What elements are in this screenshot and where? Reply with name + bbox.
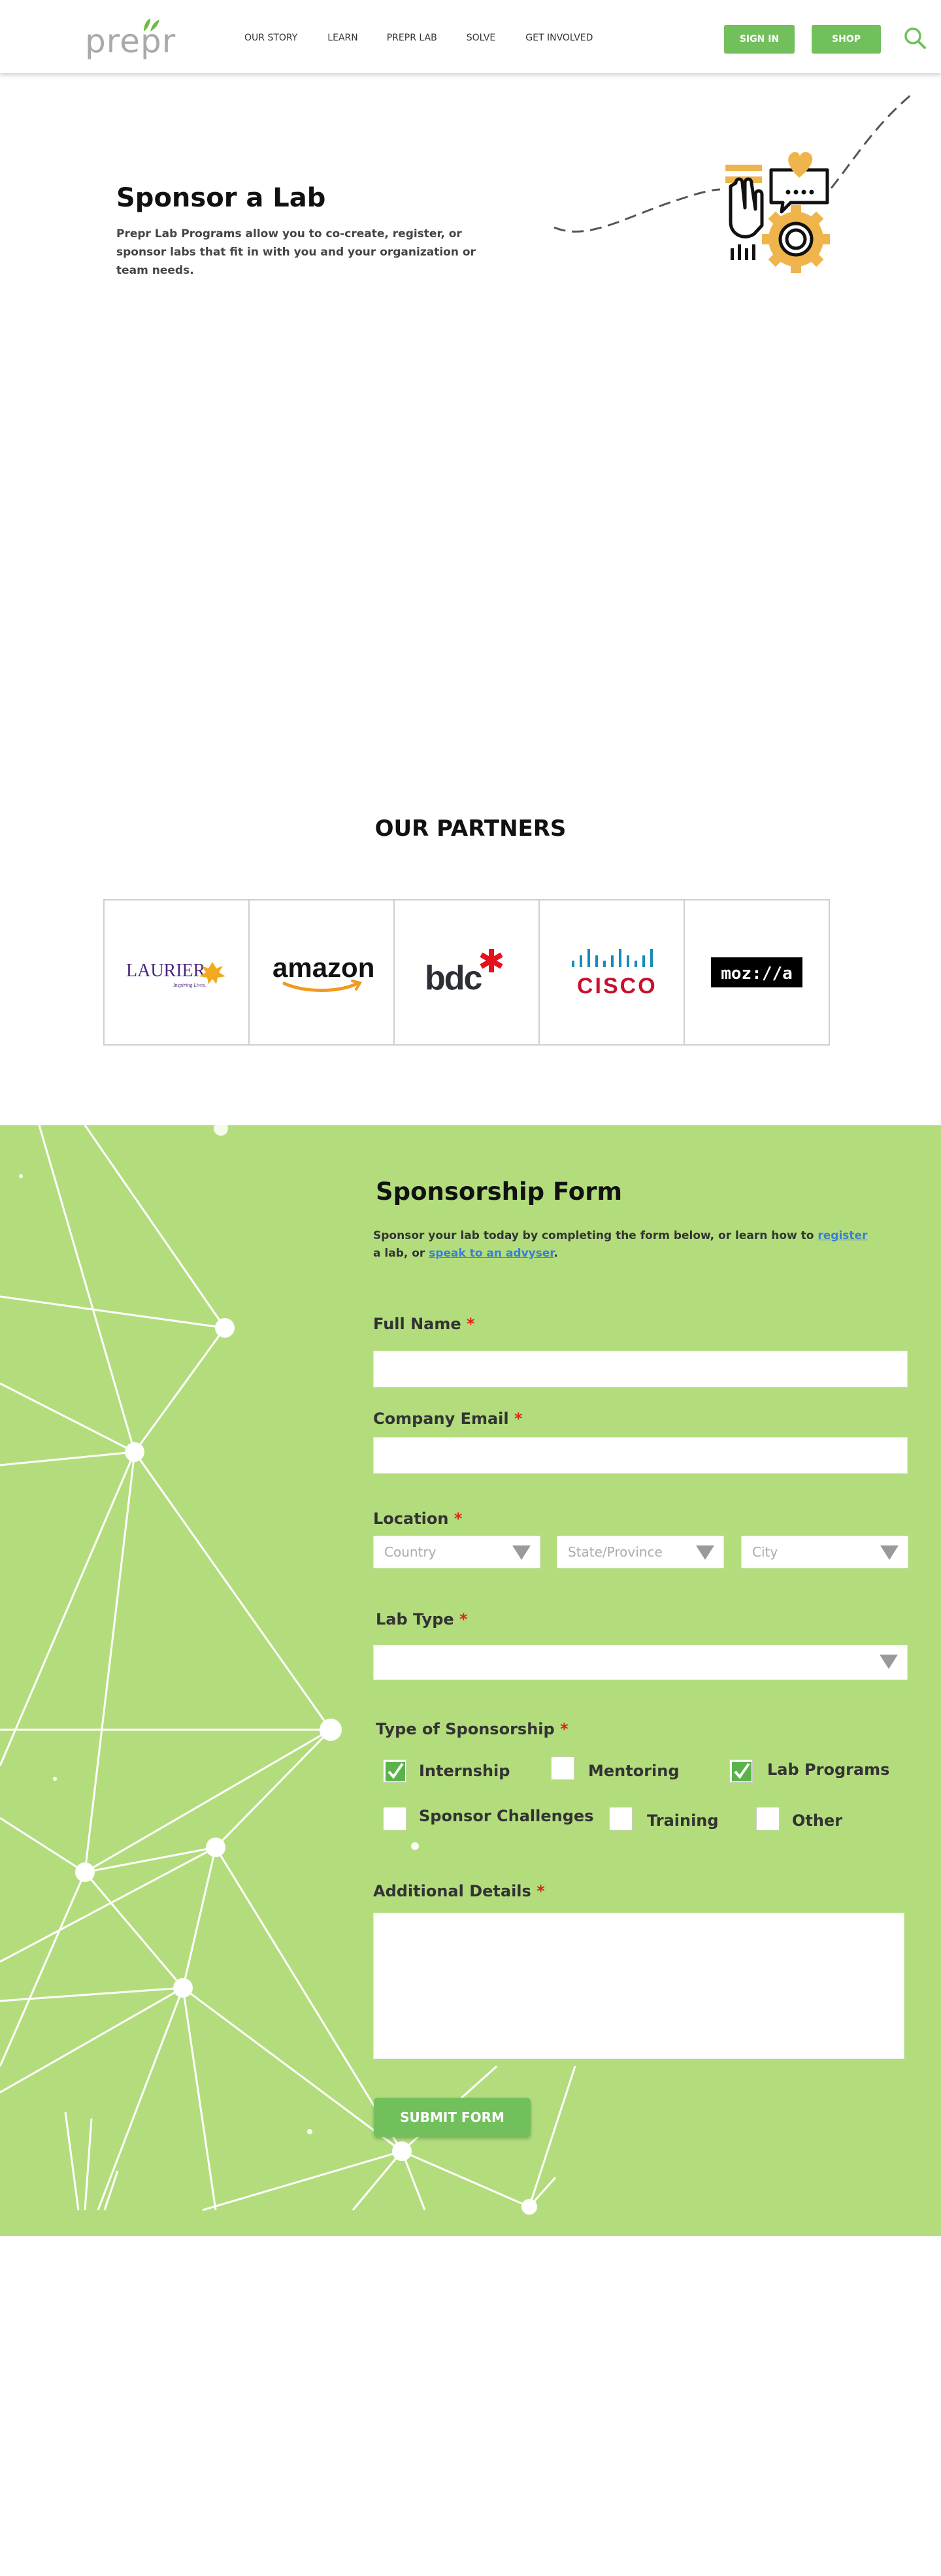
nav-learn[interactable]: LEARN [327,33,357,43]
partner-amazon[interactable]: amazon [250,900,395,1044]
partner-mozilla[interactable]: moz://a [685,900,829,1044]
dropdown-arrow-icon [696,1545,714,1560]
full-name-label: Full Name * [373,1315,475,1333]
additional-details-textarea[interactable] [373,1913,904,2059]
main-nav: OUR STORY LEARN PREPR LAB SOLVE GET INVO… [244,33,593,43]
lab-type-label: Lab Type * [376,1610,468,1628]
country-select[interactable]: Country [373,1536,540,1568]
dropdown-arrow-icon [512,1545,531,1560]
cisco-logo: CISCO [572,949,657,999]
sponsor-illustration [553,91,914,273]
location-label: Location * [373,1510,462,1528]
search-icon[interactable] [903,26,927,50]
partner-laurier[interactable]: LAURIER Inspiring Lives. [105,900,250,1044]
logo-text: prepr [85,22,176,60]
sponsorship-type-label-text: Type of Sponsorship [376,1720,555,1738]
leaf-icon [144,18,159,31]
lab-type-label-text: Lab Type [376,1610,454,1628]
training-label: Training [647,1811,719,1830]
sponsorship-type-label: Type of Sponsorship * [376,1720,569,1738]
sign-in-button[interactable]: SIGN IN [724,25,795,54]
full-name-label-text: Full Name [373,1315,461,1333]
additional-details-label-text: Additional Details [373,1882,531,1900]
form-intro: Sponsor your lab today by completing the… [373,1227,870,1263]
internship-checkbox[interactable] [383,1759,406,1783]
city-placeholder: City [752,1544,778,1560]
shop-button[interactable]: SHOP [812,25,881,54]
hero-description: Prepr Lab Programs allow you to co-creat… [116,227,476,277]
required-mark: * [467,1315,475,1333]
nav-solve[interactable]: SOLVE [467,33,496,43]
svg-text:CISCO: CISCO [577,974,657,999]
state-placeholder: State/Province [568,1544,663,1560]
intro-text-mid: a lab, or [373,1247,429,1260]
required-mark: * [560,1720,569,1738]
register-link[interactable]: register [817,1229,867,1242]
laurier-logo: LAURIER Inspiring Lives. [126,961,225,988]
intro-text-end: . [553,1247,558,1260]
city-select[interactable]: City [741,1536,908,1568]
company-email-label-text: Company Email [373,1410,509,1428]
additional-details-label: Additional Details * [373,1882,545,1900]
partner-cisco[interactable]: CISCO [540,900,685,1044]
svg-text:Inspiring Lives.: Inspiring Lives. [173,982,206,988]
dropdown-arrow-icon [880,1545,899,1560]
partner-bdc[interactable]: bdc [395,900,540,1044]
lab-type-select[interactable] [373,1645,908,1680]
svg-text:bdc: bdc [425,959,482,997]
bdc-logo: bdc [425,949,503,997]
lab-programs-label: Lab Programs [767,1760,890,1779]
mentoring-label: Mentoring [588,1762,680,1780]
svg-text:amazon: amazon [272,952,374,983]
nav-our-story[interactable]: OUR STORY [244,33,297,43]
location-label-text: Location [373,1510,449,1528]
svg-text:LAURIER: LAURIER [126,961,206,981]
lab-programs-checkbox[interactable] [729,1759,753,1783]
speak-to-adviser-link[interactable]: speak to an advyser [429,1247,553,1260]
required-mark: * [514,1410,523,1428]
required-mark: * [454,1510,463,1528]
country-placeholder: Country [384,1544,437,1560]
amazon-logo: amazon [272,952,374,992]
internship-label: Internship [419,1762,510,1780]
sponsor-challenges-checkbox[interactable] [383,1807,406,1830]
company-email-label: Company Email * [373,1410,523,1428]
dropdown-arrow-icon [880,1655,898,1669]
required-mark: * [459,1610,468,1628]
checkmark-icon [732,1762,751,1781]
other-label: Other [792,1811,843,1830]
mentoring-checkbox[interactable] [551,1757,574,1780]
partners-title: OUR PARTNERS [374,816,567,842]
intro-text-start: Sponsor your lab today by completing the… [373,1229,818,1242]
company-email-input[interactable] [373,1437,908,1474]
site-header: prepr OUR STORY LEARN PREPR LAB SOLVE GE… [0,0,941,73]
hero-title: Sponsor a Lab [116,183,326,213]
sponsor-challenges-label: Sponsor Challenges [419,1807,594,1825]
mozilla-logo: moz://a [711,957,802,987]
prepr-logo[interactable]: prepr [85,16,175,60]
partner-logos: LAURIER Inspiring Lives. amazon bdc CISC… [103,899,830,1046]
submit-form-button[interactable]: SUBMIT FORM [374,2098,531,2137]
state-province-select[interactable]: State/Province [557,1536,724,1568]
nav-prepr-lab[interactable]: PREPR LAB [387,33,437,43]
nav-get-involved[interactable]: GET INVOLVED [525,33,593,43]
full-name-input[interactable] [373,1351,908,1387]
form-title: Sponsorship Form [376,1178,622,1206]
other-checkbox[interactable] [756,1807,780,1830]
required-mark: * [537,1882,545,1900]
training-checkbox[interactable] [609,1807,633,1830]
sponsorship-form-section: Sponsorship Form Sponsor your lab today … [0,1125,941,2236]
checkmark-icon [386,1762,405,1781]
svg-text:moz://a: moz://a [721,964,793,983]
network-background [0,1125,576,2215]
